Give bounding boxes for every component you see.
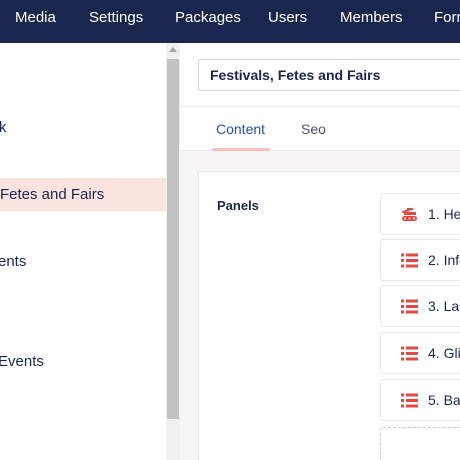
block-label: 3. Lar [428,298,460,314]
add-block-slot[interactable] [380,427,460,460]
scroll-up-arrow-icon[interactable] [169,47,177,52]
tree-scrollbar[interactable] [166,43,180,460]
nav-settings[interactable]: Settings [89,0,143,36]
list-icon [401,299,418,314]
nav-users[interactable]: Users [268,0,307,36]
scroll-thumb[interactable] [167,59,179,419]
block-item[interactable]: 1. Hero [380,193,460,235]
nav-forms[interactable]: Forms [434,0,460,36]
tab-seo[interactable]: Seo [301,107,326,151]
block-label: 1. Hero [428,206,460,222]
nav-members[interactable]: Members [340,0,403,36]
tree-item-active[interactable]: Fetes and Fairs [0,178,166,211]
node-name-input[interactable] [198,59,460,91]
editor-header: Content Seo [180,43,460,151]
list-icon [401,346,418,361]
active-tab-indicator [212,148,270,151]
tree-item-label: ents [0,253,27,270]
tree-item[interactable]: Events [0,345,166,378]
block-item[interactable]: 5. Bal [380,379,460,421]
nav-packages[interactable]: Packages [175,0,241,36]
tree-item[interactable]: k [0,111,166,144]
block-item[interactable]: 3. Lar [380,285,460,327]
block-item[interactable]: 2. Info [380,239,460,281]
block-label: 5. Bal [428,392,460,408]
top-nav-bar: Media Settings Packages Users Members Fo… [0,0,460,43]
tank-icon [401,207,418,222]
tab-content[interactable]: Content [216,107,265,151]
tree-item-label: k [0,119,7,136]
tree-item-label: Events [0,353,44,370]
block-label: 4. Gli [428,345,460,361]
list-icon [401,393,418,408]
tree-item[interactable]: ents [0,245,166,278]
content-tree: k Fetes and Fairs ents Events [0,43,166,460]
tree-item-label: Fetes and Fairs [0,186,105,203]
nav-media[interactable]: Media [15,0,56,36]
content-editor: Content Seo Panels 1. Hero [180,43,460,460]
block-label: 2. Info [428,252,460,268]
block-item[interactable]: 4. Gli [380,332,460,374]
property-label-panels: Panels [217,198,259,213]
list-icon [401,253,418,268]
